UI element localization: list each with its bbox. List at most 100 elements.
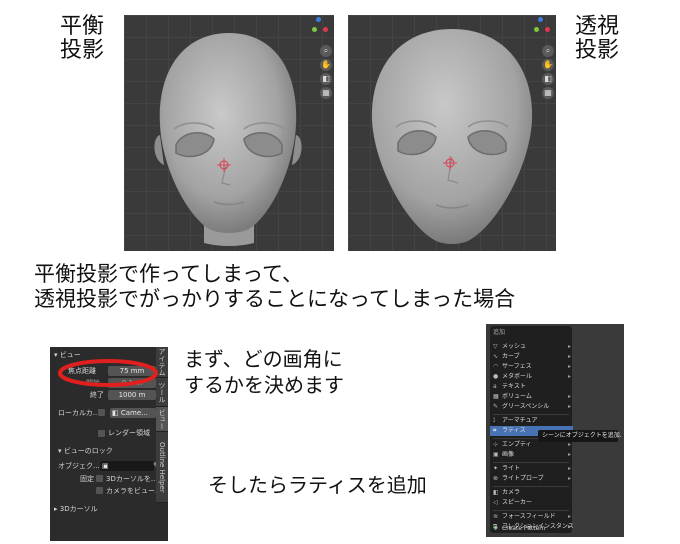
menu-item-label: エンプティ xyxy=(502,441,532,448)
menu-item-volume[interactable]: ▦ ボリューム ▸ xyxy=(490,392,573,402)
menu-item-label: ラティス xyxy=(502,427,526,434)
step1-line1: まず、どの画角に xyxy=(184,347,343,371)
curve-icon: ∿ xyxy=(493,353,499,360)
zoom-icon[interactable]: ⌕ xyxy=(542,45,554,57)
menu-item-speaker[interactable]: ◁ スピーカー xyxy=(490,498,573,508)
menu-item-light-probe[interactable]: ⊗ ライトプローブ ▸ xyxy=(490,474,573,484)
menu-item-label: メッシュ xyxy=(502,343,527,350)
menu-item-grease-pencil[interactable]: ✎ グリースペンシル ▸ xyxy=(490,402,573,412)
menu-item-label: Create Pattern xyxy=(502,525,546,532)
submenu-arrow-icon: ▸ xyxy=(567,451,571,458)
render-region-checkbox[interactable] xyxy=(98,430,105,437)
lock-cursor-checkbox[interactable] xyxy=(96,475,103,482)
cursor-section-header[interactable]: ▸ 3Dカーソル xyxy=(54,503,98,515)
main-caption: 平衡投影で作ってしまって、 透視投影でがっかりすることになってしまった場合 xyxy=(34,262,515,312)
camera-icon[interactable]: ◧ xyxy=(320,73,332,85)
ortho-head-model xyxy=(154,33,302,246)
menu-item-curve[interactable]: ∿ カーブ ▸ xyxy=(490,352,573,362)
menu-item-surface[interactable]: ◠ サーフェス ▸ xyxy=(490,362,573,372)
axis-gizmo[interactable] xyxy=(534,17,554,45)
ortho-viewport[interactable]: ⌕ ✋ ◧ ▦ xyxy=(124,15,334,251)
menu-separator xyxy=(493,510,569,511)
local-camera-checkbox[interactable] xyxy=(98,409,105,416)
lattice-icon: ⌗ xyxy=(493,427,497,434)
step1-caption: まず、どの画角に するかを決めます xyxy=(184,346,344,398)
submenu-arrow-icon: ▸ xyxy=(567,343,571,350)
menu-item-camera[interactable]: ◧ カメラ xyxy=(490,488,573,498)
menu-item-create-pattern[interactable]: ❖ Create Pattern xyxy=(490,524,575,534)
menu-item-label: グリースペンシル xyxy=(502,403,550,410)
menu-item-light[interactable]: ✦ ライト ▸ xyxy=(490,464,573,474)
grease-pencil-icon: ✎ xyxy=(493,403,499,410)
persp-label-line1: 透視 xyxy=(575,14,620,39)
metaball-icon: ● xyxy=(493,373,499,380)
menu-item-label: ライト xyxy=(502,465,521,472)
lock-object-label: オブジェク... xyxy=(58,462,100,470)
menu-item-label: カーブ xyxy=(502,353,520,360)
view-lock-header[interactable]: ▾ ビューのロック xyxy=(58,445,113,457)
menu-item-label: フォースフィールド xyxy=(502,513,556,520)
submenu-arrow-icon: ▸ xyxy=(567,363,571,370)
submenu-arrow-icon: ▸ xyxy=(567,373,571,380)
tooltip: シーンにオブジェクトを追加. xyxy=(538,430,622,442)
render-region-label: レンダー領域 xyxy=(108,429,150,437)
menu-item-force-field[interactable]: ≋ フォースフィールド ▸ xyxy=(490,512,573,522)
camera-field[interactable]: ◧ Came... xyxy=(110,408,156,418)
camera-icon: ◧ xyxy=(112,409,121,417)
gizmo-y-icon[interactable] xyxy=(534,27,539,32)
lock-camera-checkbox[interactable] xyxy=(96,487,103,494)
surface-icon: ◠ xyxy=(493,363,499,370)
submenu-arrow-icon: ▸ xyxy=(567,393,571,400)
step2-caption: そしたらラティスを追加 xyxy=(208,473,427,497)
menu-item-text[interactable]: a テキスト xyxy=(490,382,573,392)
hand-icon[interactable]: ✋ xyxy=(320,59,332,71)
menu-separator xyxy=(493,414,569,415)
tab-outline-helper[interactable]: Outline Helper xyxy=(156,432,168,503)
ortho-label-line1: 平衡 xyxy=(60,14,105,39)
armature-icon: ⟟ xyxy=(493,417,496,424)
menu-item-label: カメラ xyxy=(502,489,521,496)
tab-view[interactable]: ビュー xyxy=(156,407,168,432)
image-icon: ▣ xyxy=(493,451,499,458)
submenu-arrow-icon: ▸ xyxy=(567,475,571,482)
ortho-label-line2: 投影 xyxy=(60,38,105,63)
menu-item-metaball[interactable]: ● メタボール ▸ xyxy=(490,372,573,382)
submenu-arrow-icon: ▸ xyxy=(567,513,571,520)
gizmo-z-icon[interactable] xyxy=(538,17,543,22)
camera-icon[interactable]: ◧ xyxy=(542,73,554,85)
focal-length-highlight xyxy=(58,359,158,387)
menu-item-label: メタボール xyxy=(502,373,533,380)
menu-item-mesh[interactable]: ▽ メッシュ ▸ xyxy=(490,342,573,352)
lock-camera-label: カメラをビュー... xyxy=(106,487,162,495)
gizmo-x-icon[interactable] xyxy=(545,27,550,32)
zoom-icon[interactable]: ⌕ xyxy=(320,45,332,57)
gizmo-x-icon[interactable] xyxy=(323,27,328,32)
pattern-icon: ❖ xyxy=(493,525,499,532)
force-field-icon: ≋ xyxy=(493,513,499,520)
grid-icon[interactable]: ▦ xyxy=(542,87,554,99)
persp-viewport[interactable]: ⌕ ✋ ◧ ▦ xyxy=(348,15,556,251)
submenu-arrow-icon: ▸ xyxy=(567,465,571,472)
text-icon: a xyxy=(493,383,497,390)
camera-value: Came... xyxy=(120,409,148,417)
empty-icon: ⊹ xyxy=(493,441,499,448)
submenu-arrow-icon: ▸ xyxy=(567,403,571,410)
menu-item-label: アーマチュア xyxy=(502,417,538,424)
cursor-section-title: 3Dカーソル xyxy=(59,505,98,513)
menu-item-armature[interactable]: ⟟ アーマチュア xyxy=(490,416,573,426)
lock-cursor-label: 3Dカーソルを... xyxy=(106,475,158,483)
lock-object-field[interactable]: ▣ xyxy=(100,461,154,471)
persp-label-line2: 投影 xyxy=(575,38,620,63)
menu-item-image[interactable]: ▣ 画像 ▸ xyxy=(490,450,573,460)
hand-icon[interactable]: ✋ xyxy=(542,59,554,71)
axis-gizmo[interactable] xyxy=(312,17,332,45)
gizmo-y-icon[interactable] xyxy=(312,27,317,32)
view-lock-title: ビューのロック xyxy=(63,447,113,455)
light-icon: ✦ xyxy=(493,465,499,472)
grid-icon[interactable]: ▦ xyxy=(320,87,332,99)
ortho-label: 平衡 投影 xyxy=(60,15,104,63)
menu-separator xyxy=(493,486,569,487)
local-camera-label: ローカルカ... xyxy=(58,409,100,417)
gizmo-z-icon[interactable] xyxy=(316,17,321,22)
speaker-icon: ◁ xyxy=(493,499,498,506)
